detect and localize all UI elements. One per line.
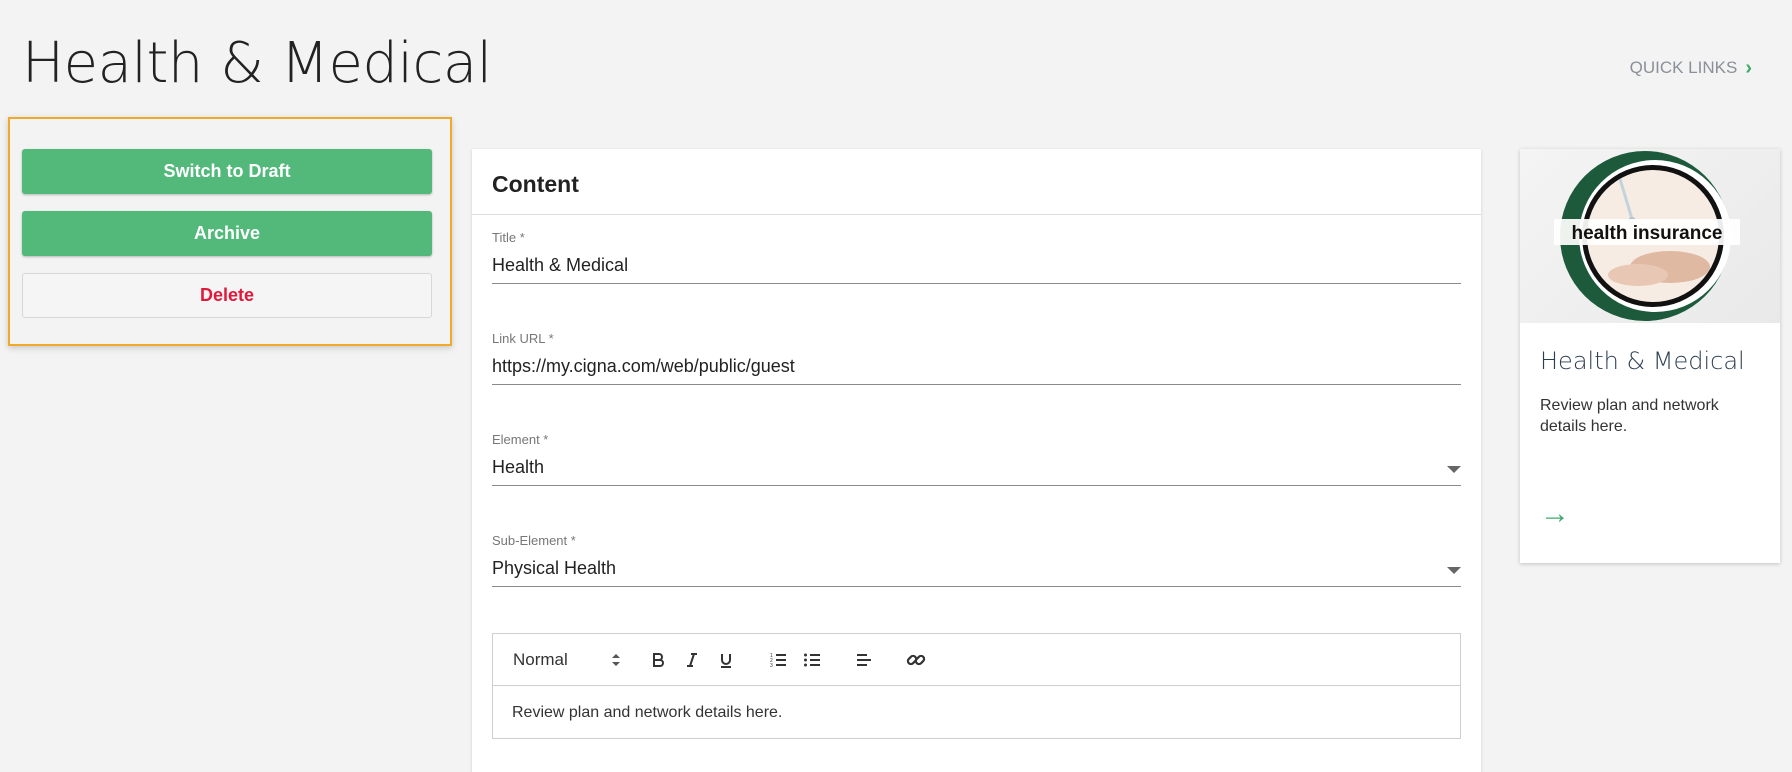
delete-button[interactable]: Delete <box>22 273 432 318</box>
archive-button[interactable]: Archive <box>22 211 432 256</box>
chevron-right-icon: › <box>1745 57 1752 79</box>
title-value: Health & Medical <box>492 255 629 275</box>
svg-text:3: 3 <box>770 663 773 669</box>
editor-content[interactable]: Review plan and network details here. <box>493 686 1460 740</box>
quick-links-label: QUICK LINKS <box>1629 58 1738 77</box>
content-heading: Content <box>472 149 1481 215</box>
quick-links-link[interactable]: QUICK LINKS › <box>1630 58 1752 78</box>
preview-card: health insurance Health & Medical Review… <box>1520 149 1780 563</box>
dropdown-caret-icon <box>1447 567 1461 574</box>
preview-title: Health & Medical <box>1540 347 1745 375</box>
link-url-value: https://my.cigna.com/web/public/guest <box>492 356 795 376</box>
actions-panel: Switch to Draft Archive Delete <box>8 117 452 346</box>
sub-element-value: Physical Health <box>492 558 617 578</box>
sub-element-label: Sub-Element * <box>492 533 576 548</box>
rich-text-editor: Normal 123 Review plan and network detai… <box>492 633 1461 739</box>
element-value: Health <box>492 457 545 477</box>
underline-icon[interactable] <box>713 647 739 673</box>
content-card: Content Title * Health & Medical Link UR… <box>472 149 1481 772</box>
preview-body: Health & Medical Review plan and network… <box>1520 323 1780 461</box>
element-label: Element * <box>492 432 549 447</box>
arrow-right-icon[interactable]: → <box>1540 499 1570 529</box>
format-select-value: Normal <box>513 649 568 669</box>
italic-icon[interactable] <box>679 647 705 673</box>
title-label: Title * <box>492 230 525 245</box>
element-select[interactable]: Health <box>492 453 1461 486</box>
bold-icon[interactable] <box>645 647 671 673</box>
select-arrows-icon <box>612 653 620 666</box>
editor-toolbar: Normal 123 <box>493 634 1460 686</box>
title-field: Title * Health & Medical <box>492 230 1461 284</box>
link-url-label: Link URL * <box>492 331 554 346</box>
align-left-icon[interactable] <box>851 647 877 673</box>
dropdown-caret-icon <box>1447 466 1461 473</box>
logo-text: health insurance <box>1571 223 1723 244</box>
page-title: Health & Medical <box>22 31 492 96</box>
element-field: Element * Health <box>492 432 1461 486</box>
sub-element-field: Sub-Element * Physical Health <box>492 533 1461 587</box>
title-input[interactable]: Health & Medical <box>492 251 1461 284</box>
format-select[interactable]: Normal <box>513 650 621 670</box>
switch-to-draft-button[interactable]: Switch to Draft <box>22 149 432 194</box>
bullet-list-icon[interactable] <box>799 647 825 673</box>
link-url-field: Link URL * https://my.cigna.com/web/publ… <box>492 331 1461 385</box>
preview-description: Review plan and network details here. <box>1540 397 1719 435</box>
page: Health & Medical QUICK LINKS › Switch to… <box>0 0 1792 772</box>
sub-element-select[interactable]: Physical Health <box>492 554 1461 587</box>
ordered-list-icon[interactable]: 123 <box>765 647 791 673</box>
link-icon[interactable] <box>903 647 929 673</box>
health-insurance-logo: health insurance <box>1520 149 1780 323</box>
link-url-input[interactable]: https://my.cigna.com/web/public/guest <box>492 352 1461 385</box>
